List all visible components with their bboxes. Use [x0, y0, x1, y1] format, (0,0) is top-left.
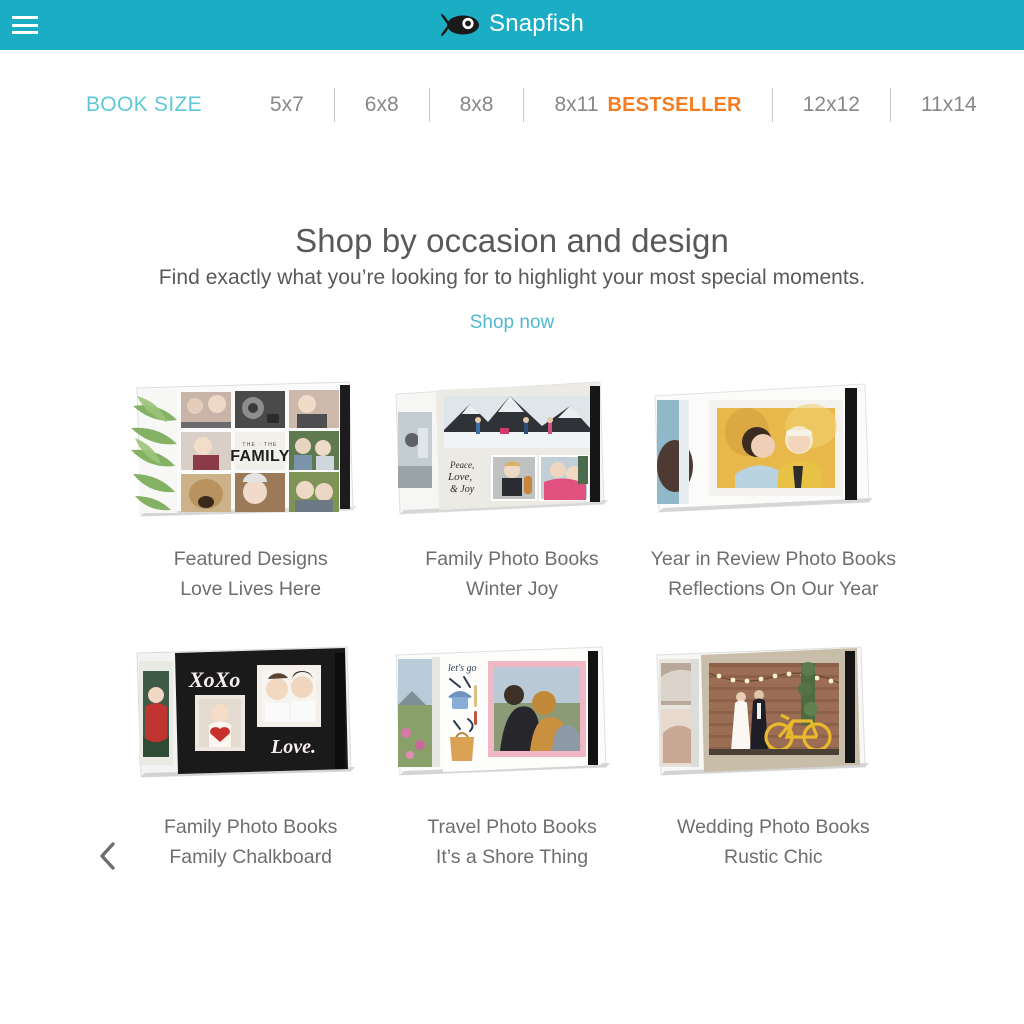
shop-now-link[interactable]: Shop now: [470, 312, 555, 334]
product-category: Travel Photo Books: [427, 816, 597, 838]
book-size-option-12x12[interactable]: 12x12: [773, 93, 890, 117]
brand-logo-link[interactable]: Snapfish: [440, 0, 584, 50]
brand-name: Snapfish: [489, 10, 584, 37]
travel-lets-go-photo-book: let's go: [395, 646, 610, 776]
book-size-value: 12x12: [802, 93, 860, 116]
product-name: Family Chalkboard: [169, 846, 332, 868]
hamburger-bar: [12, 23, 38, 27]
product-card[interactable]: XoXo Love. Family Photo Books Family Cha…: [120, 624, 381, 872]
product-name: Love Lives Here: [180, 578, 322, 600]
product-card[interactable]: THE · THE FAMILY Featured Designs Love L…: [120, 366, 381, 604]
book-size-option-11x14[interactable]: 11x14: [891, 93, 1007, 117]
page-title: Shop by occasion and design: [295, 222, 729, 259]
product-card[interactable]: Wedding Photo Books Rustic Chic: [643, 624, 904, 872]
family-collage-photo-book: THE · THE FAMILY: [130, 381, 357, 517]
book-size-option-8x11[interactable]: 8x11 BESTSELLER: [524, 93, 771, 117]
hero-section: Shop by occasion and design Find exactly…: [0, 222, 1024, 334]
svg-text:let's go: let's go: [448, 663, 477, 674]
snapfish-fish-logo-icon: [440, 13, 479, 37]
product-name: Reflections On Our Year: [668, 578, 879, 600]
product-image: let's go: [387, 624, 637, 794]
page-subtitle: Find exactly what you’re looking for to …: [158, 266, 866, 289]
hamburger-menu-icon[interactable]: [12, 15, 38, 35]
product-card[interactable]: let's go Travel Photo Books It’s a Shore…: [381, 624, 642, 872]
svg-text:XoXo: XoXo: [188, 667, 240, 692]
product-image: THE · THE FAMILY: [126, 366, 376, 526]
product-card[interactable]: Year in Review Photo Books Reflections O…: [643, 366, 904, 604]
product-category: Year in Review Photo Books: [650, 548, 896, 570]
svg-text:Love.: Love.: [270, 736, 316, 758]
product-card[interactable]: Peace, Love, & Joy Family Photo Books Wi…: [381, 366, 642, 604]
autumn-portrait-photo-book: [654, 383, 874, 513]
hamburger-bar: [12, 31, 38, 34]
product-image: [648, 624, 898, 794]
product-name: Rustic Chic: [724, 846, 823, 868]
product-image: Peace, Love, & Joy: [387, 366, 637, 526]
book-size-value: 11x14: [920, 93, 977, 116]
product-category: Wedding Photo Books: [677, 816, 870, 838]
bestseller-badge: BESTSELLER: [607, 94, 742, 116]
carousel-grid: THE · THE FAMILY Featured Designs Love L…: [0, 366, 1024, 872]
product-category: Family Photo Books: [163, 816, 338, 838]
site-header: Snapfish: [0, 0, 1024, 50]
book-size-selector: BOOK SIZE 5x7 6x8 8x8 8x11 BESTSELLER 12…: [0, 50, 1024, 160]
book-size-option-6x8[interactable]: 6x8: [335, 93, 429, 117]
product-category: Featured Designs: [173, 548, 328, 570]
book-size-value: 8x8: [459, 93, 494, 116]
book-size-value: 8x11: [554, 93, 599, 116]
chevron-left-icon[interactable]: [88, 836, 128, 876]
book-size-value: 6x8: [364, 93, 399, 116]
product-image: XoXo Love.: [126, 624, 376, 794]
chalkboard-xoxo-photo-book: XoXo Love.: [136, 646, 355, 778]
product-name: Winter Joy: [465, 578, 559, 600]
wedding-brick-bicycle-photo-book: [656, 646, 870, 776]
svg-text:Peace,: Peace,: [449, 460, 474, 470]
book-size-option-8x8[interactable]: 8x8: [430, 93, 524, 117]
hamburger-bar: [12, 16, 38, 19]
product-category: Family Photo Books: [425, 548, 599, 570]
product-image: [648, 366, 898, 526]
svg-text:FAMILY: FAMILY: [230, 448, 290, 465]
svg-text:Love,: Love,: [447, 471, 472, 483]
product-name: It’s a Shore Thing: [435, 846, 589, 868]
svg-text:& Joy: & Joy: [450, 484, 475, 495]
winter-snow-photo-book: Peace, Love, & Joy: [395, 381, 608, 515]
book-size-option-5x7[interactable]: 5x7: [240, 93, 334, 117]
book-size-value: 5x7: [269, 93, 304, 116]
book-size-label: BOOK SIZE: [86, 93, 202, 116]
product-carousel: THE · THE FAMILY Featured Designs Love L…: [0, 366, 1024, 872]
